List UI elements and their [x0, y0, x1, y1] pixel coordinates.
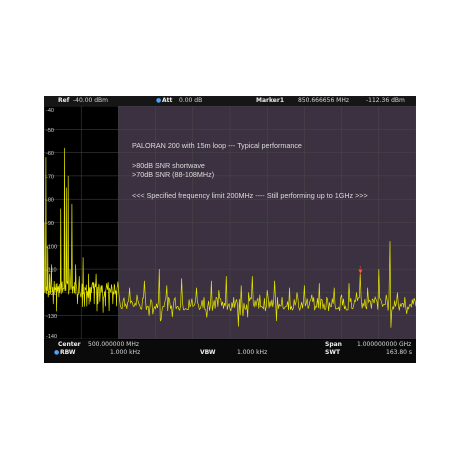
spectrum-analyzer-screen: Ref -40.00 dBm ● Att 0.00 dB Marker1 850… — [44, 96, 416, 363]
y-tick-label: -40 — [46, 108, 54, 114]
rbw-value: 1.000 kHz — [110, 349, 141, 356]
vbw-value: 1.000 kHz — [237, 349, 268, 356]
header-bar: Ref -40.00 dBm ● Att 0.00 dB Marker1 850… — [44, 96, 416, 106]
annotation-shortwave: >80dB SNR shortwave — [132, 161, 205, 170]
footer-bar: Center 500.000000 MHz Span 1.000000000 G… — [44, 340, 416, 363]
annotation-title: PALORAN 200 with 15m loop --- Typical pe… — [132, 141, 302, 150]
marker-frequency: 850.666656 MHz — [298, 97, 350, 104]
y-tick-label: -90 — [46, 221, 54, 227]
att-label: Att — [162, 97, 173, 104]
marker-label: Marker1 — [256, 97, 285, 104]
vbw-label: VBW — [200, 349, 216, 356]
y-tick-label: -50 — [46, 128, 54, 134]
swt-value: 163.80 s — [386, 349, 413, 356]
att-value: 0.00 dB — [179, 97, 203, 104]
center-label: Center — [58, 341, 81, 348]
span-label: Span — [325, 341, 342, 348]
swt-label: SWT — [325, 349, 341, 356]
marker-level: -112.36 dBm — [366, 97, 405, 104]
y-tick-label: -140 — [46, 334, 57, 339]
y-tick-label: -130 — [46, 314, 57, 320]
center-frequency: 500.000000 MHz — [88, 341, 140, 348]
annotation-frequency-limit: <<< Specified frequency limit 200MHz ---… — [132, 191, 368, 200]
spectrum-plot: -40-50-60-70-80-90-100-110-120-130-140 1… — [44, 106, 416, 339]
rbw-indicator-icon: ● — [54, 349, 60, 356]
rbw-label: RBW — [60, 349, 76, 356]
y-tick-label: -70 — [46, 174, 54, 180]
ref-level: -40.00 dBm — [73, 97, 109, 104]
annotation-fm-band: >70dB SNR (88-108MHz) — [132, 170, 214, 179]
ref-label: Ref — [58, 97, 70, 104]
y-tick-label: -120 — [46, 291, 57, 297]
span-value: 1.000000000 GHz — [357, 341, 412, 348]
att-indicator-icon: ● — [156, 97, 162, 104]
y-tick-label: -80 — [46, 198, 54, 204]
y-tick-label: -60 — [46, 151, 54, 157]
